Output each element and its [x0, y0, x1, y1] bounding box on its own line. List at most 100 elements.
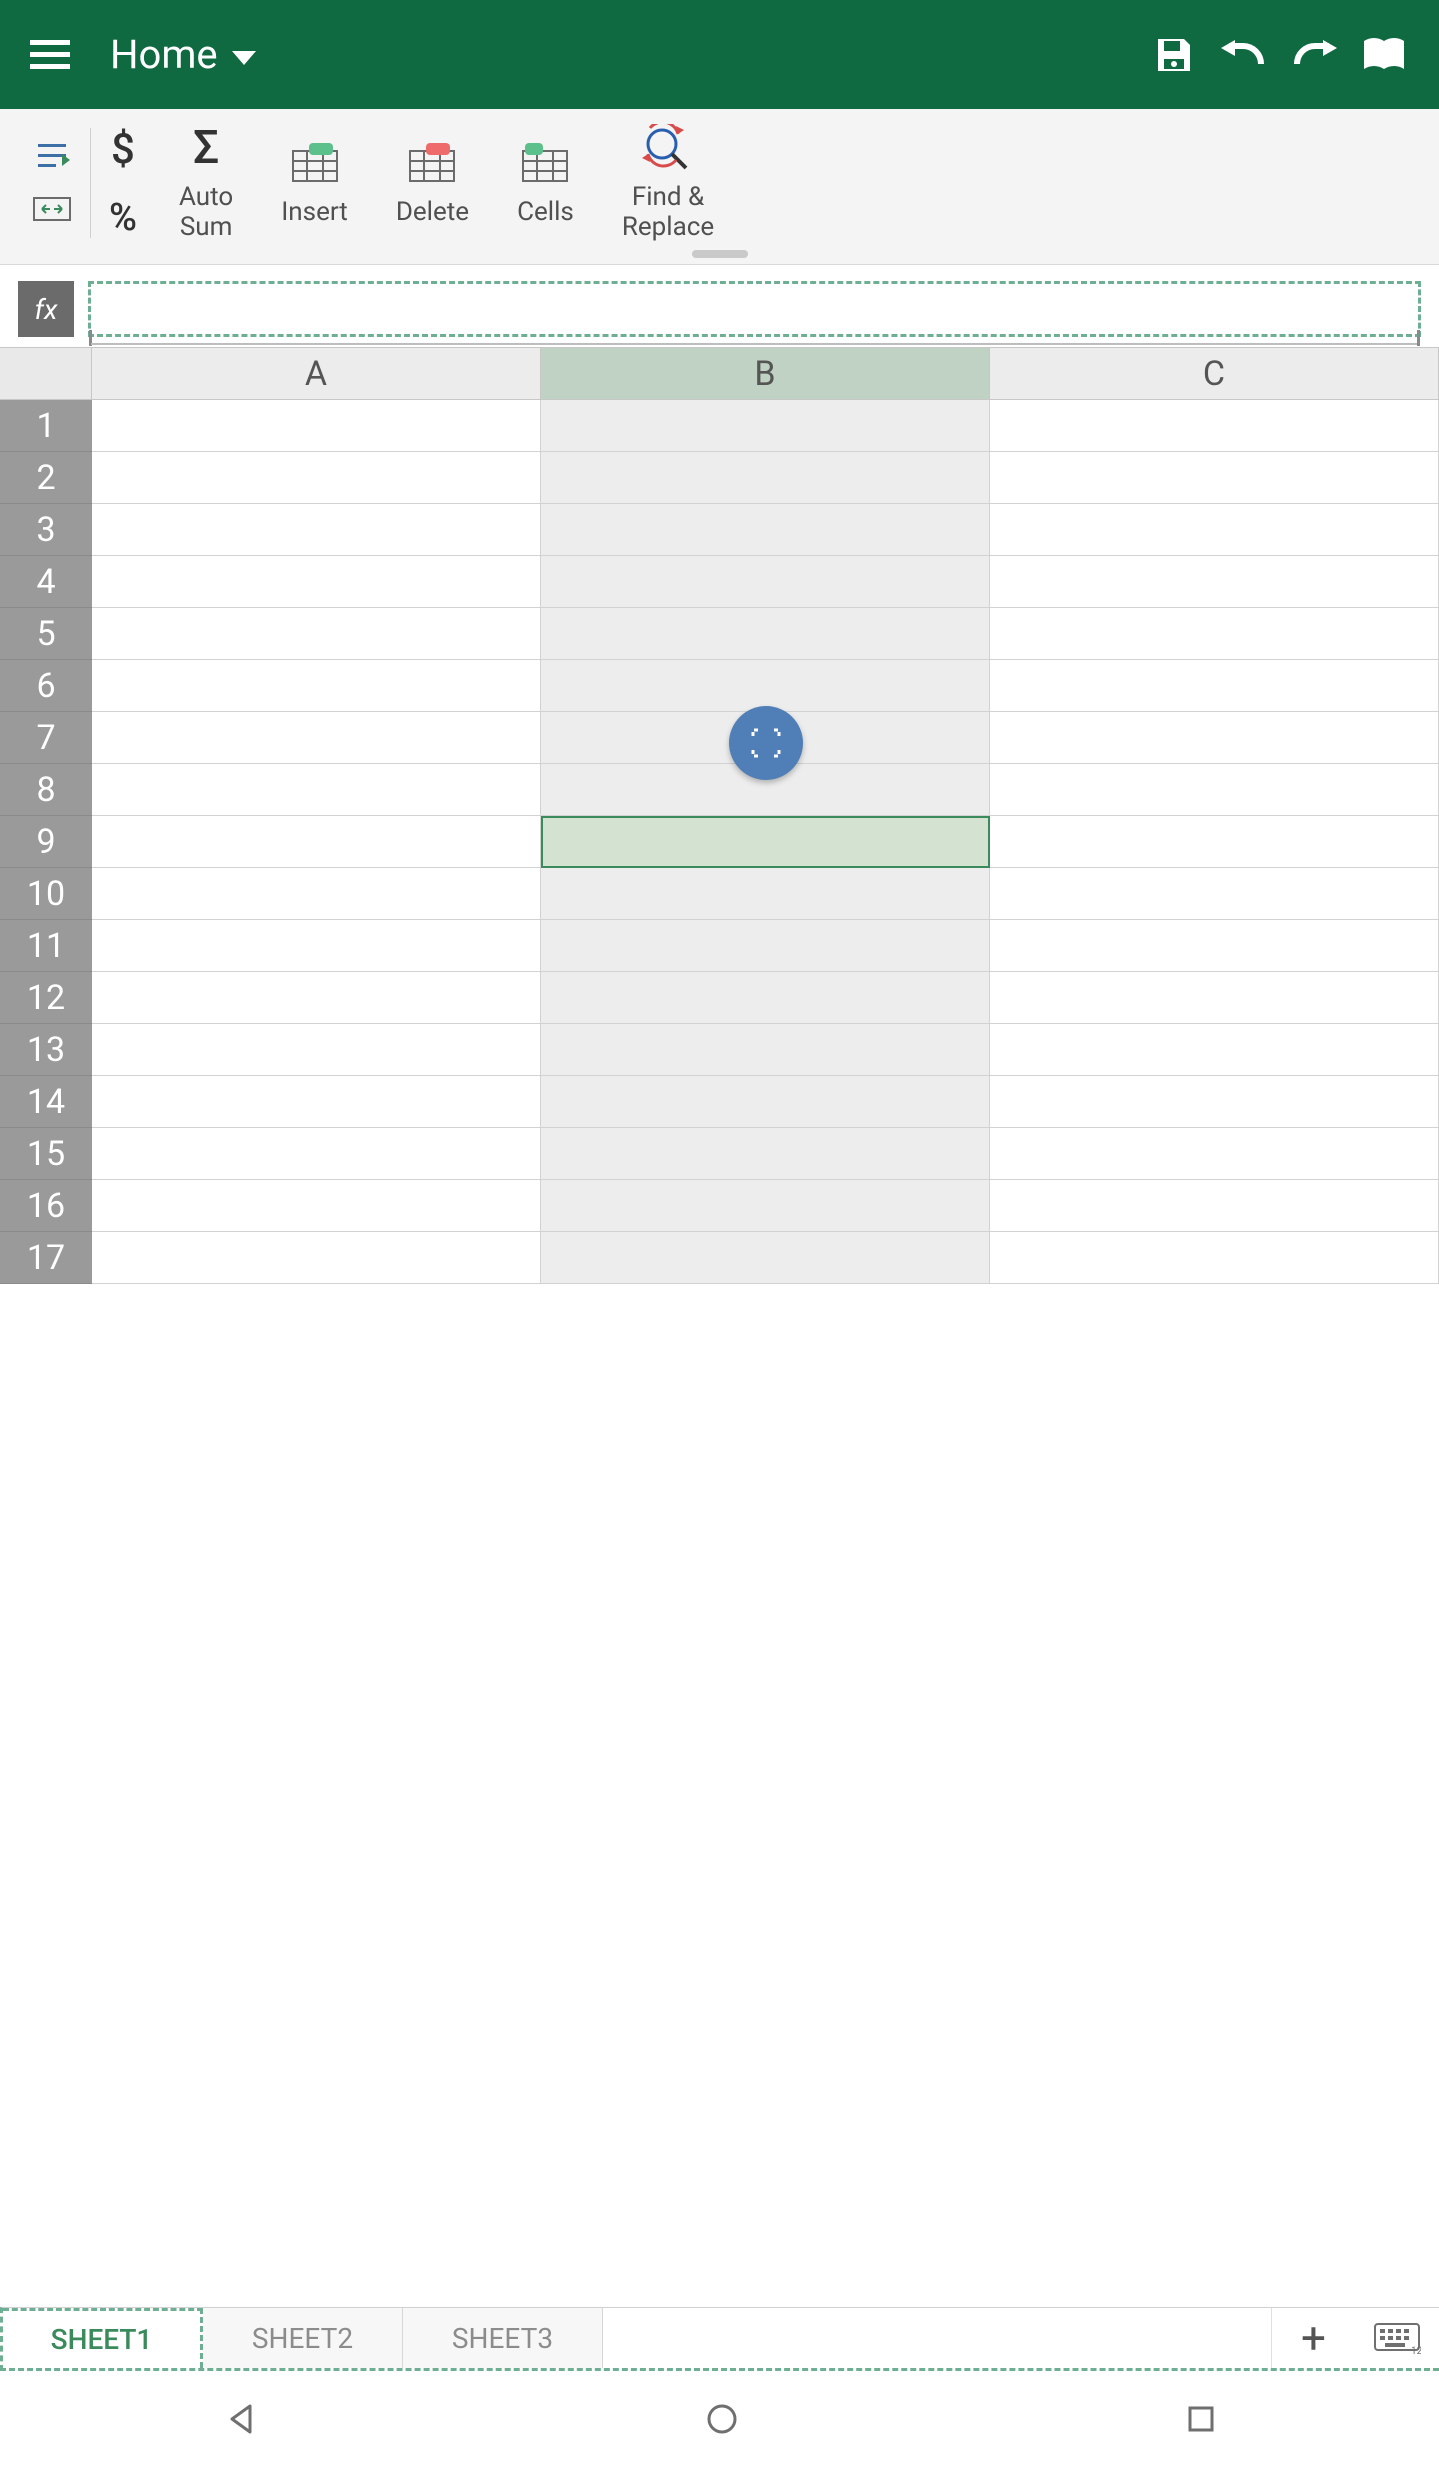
cell[interactable]: [92, 1180, 541, 1232]
column-header[interactable]: B: [541, 348, 990, 400]
cell[interactable]: [541, 1076, 990, 1128]
row-header[interactable]: 7: [0, 712, 92, 764]
ribbon-drag-handle[interactable]: [692, 250, 748, 258]
cell[interactable]: [92, 868, 541, 920]
percent-format-button[interactable]: %: [109, 196, 137, 240]
select-all-corner[interactable]: [0, 348, 92, 400]
cell[interactable]: [92, 660, 541, 712]
delete-button[interactable]: Delete: [372, 138, 493, 228]
insert-button[interactable]: Insert: [257, 138, 372, 228]
save-button[interactable]: [1139, 35, 1209, 75]
cell[interactable]: [990, 556, 1439, 608]
row-header[interactable]: 11: [0, 920, 92, 972]
cell[interactable]: [990, 816, 1439, 868]
cell[interactable]: [990, 1128, 1439, 1180]
home-button[interactable]: [705, 2402, 739, 2436]
cell[interactable]: [92, 764, 541, 816]
row-header[interactable]: 3: [0, 504, 92, 556]
cell[interactable]: [541, 920, 990, 972]
ribbon-tab-dropdown[interactable]: Home: [110, 31, 256, 78]
cell[interactable]: [990, 764, 1439, 816]
row-header[interactable]: 17: [0, 1232, 92, 1284]
row-header[interactable]: 8: [0, 764, 92, 816]
cell[interactable]: [541, 1232, 990, 1284]
column-header[interactable]: C: [990, 348, 1439, 400]
redo-button[interactable]: [1279, 40, 1349, 70]
formula-input[interactable]: [88, 281, 1421, 337]
cell[interactable]: [92, 1076, 541, 1128]
row-header[interactable]: 13: [0, 1024, 92, 1076]
cell[interactable]: [541, 816, 990, 868]
decrease-indent-button[interactable]: [32, 142, 72, 172]
row-header[interactable]: 2: [0, 452, 92, 504]
row-header[interactable]: 4: [0, 556, 92, 608]
read-mode-button[interactable]: [1349, 37, 1419, 73]
sheet-tab[interactable]: SHEET2: [203, 2308, 403, 2368]
cell[interactable]: [990, 1232, 1439, 1284]
cell[interactable]: [990, 608, 1439, 660]
recents-button[interactable]: [1186, 2404, 1216, 2434]
autosum-button[interactable]: Σ AutoSum: [155, 123, 257, 243]
cell[interactable]: [990, 712, 1439, 764]
row-header[interactable]: 9: [0, 816, 92, 868]
cell[interactable]: [990, 1024, 1439, 1076]
cell[interactable]: [541, 660, 990, 712]
cell[interactable]: [92, 608, 541, 660]
cell[interactable]: [541, 1128, 990, 1180]
cell[interactable]: [92, 452, 541, 504]
fx-button[interactable]: fx: [18, 281, 74, 337]
grid-row: 4: [0, 556, 1439, 608]
back-button[interactable]: [224, 2402, 258, 2436]
cell[interactable]: [541, 1180, 990, 1232]
cell[interactable]: [92, 712, 541, 764]
toolbar-ribbon: $ % Σ AutoSum Insert Delete Cells Find &…: [0, 109, 1439, 265]
cell[interactable]: [541, 452, 990, 504]
row-header[interactable]: 12: [0, 972, 92, 1024]
cell[interactable]: [990, 660, 1439, 712]
cell[interactable]: [92, 504, 541, 556]
sheet-tab[interactable]: SHEET3: [403, 2308, 603, 2368]
find-replace-button[interactable]: Find &Replace: [598, 123, 738, 243]
row-header[interactable]: 16: [0, 1180, 92, 1232]
row-header[interactable]: 15: [0, 1128, 92, 1180]
cell[interactable]: [990, 972, 1439, 1024]
cell[interactable]: [990, 868, 1439, 920]
row-header[interactable]: 10: [0, 868, 92, 920]
row-header[interactable]: 5: [0, 608, 92, 660]
cell[interactable]: [92, 972, 541, 1024]
cell[interactable]: [541, 556, 990, 608]
row-header[interactable]: 14: [0, 1076, 92, 1128]
cell[interactable]: [92, 816, 541, 868]
delete-icon: [406, 141, 458, 185]
cell[interactable]: [92, 1128, 541, 1180]
cell[interactable]: [990, 452, 1439, 504]
cell[interactable]: [92, 400, 541, 452]
cell[interactable]: [990, 400, 1439, 452]
add-sheet-button[interactable]: +: [1271, 2308, 1355, 2368]
cell[interactable]: [541, 504, 990, 556]
selection-handle[interactable]: [729, 706, 803, 780]
row-header[interactable]: 6: [0, 660, 92, 712]
currency-format-button[interactable]: $: [111, 125, 135, 174]
cell[interactable]: [541, 400, 990, 452]
sheet-tab[interactable]: SHEET1: [3, 2308, 203, 2368]
column-header[interactable]: A: [92, 348, 541, 400]
cells-button[interactable]: Cells: [493, 138, 598, 228]
cell[interactable]: [92, 556, 541, 608]
merge-cells-button[interactable]: [32, 194, 72, 224]
undo-button[interactable]: [1209, 40, 1279, 70]
cell[interactable]: [541, 608, 990, 660]
cell[interactable]: [92, 1024, 541, 1076]
cell[interactable]: [990, 1180, 1439, 1232]
menu-button[interactable]: [20, 40, 80, 70]
cell[interactable]: [541, 868, 990, 920]
cell[interactable]: [541, 972, 990, 1024]
cell[interactable]: [92, 1232, 541, 1284]
cell[interactable]: [541, 1024, 990, 1076]
keyboard-toggle-button[interactable]: 123: [1355, 2308, 1439, 2368]
row-header[interactable]: 1: [0, 400, 92, 452]
cell[interactable]: [990, 1076, 1439, 1128]
cell[interactable]: [92, 920, 541, 972]
cell[interactable]: [990, 504, 1439, 556]
cell[interactable]: [990, 920, 1439, 972]
